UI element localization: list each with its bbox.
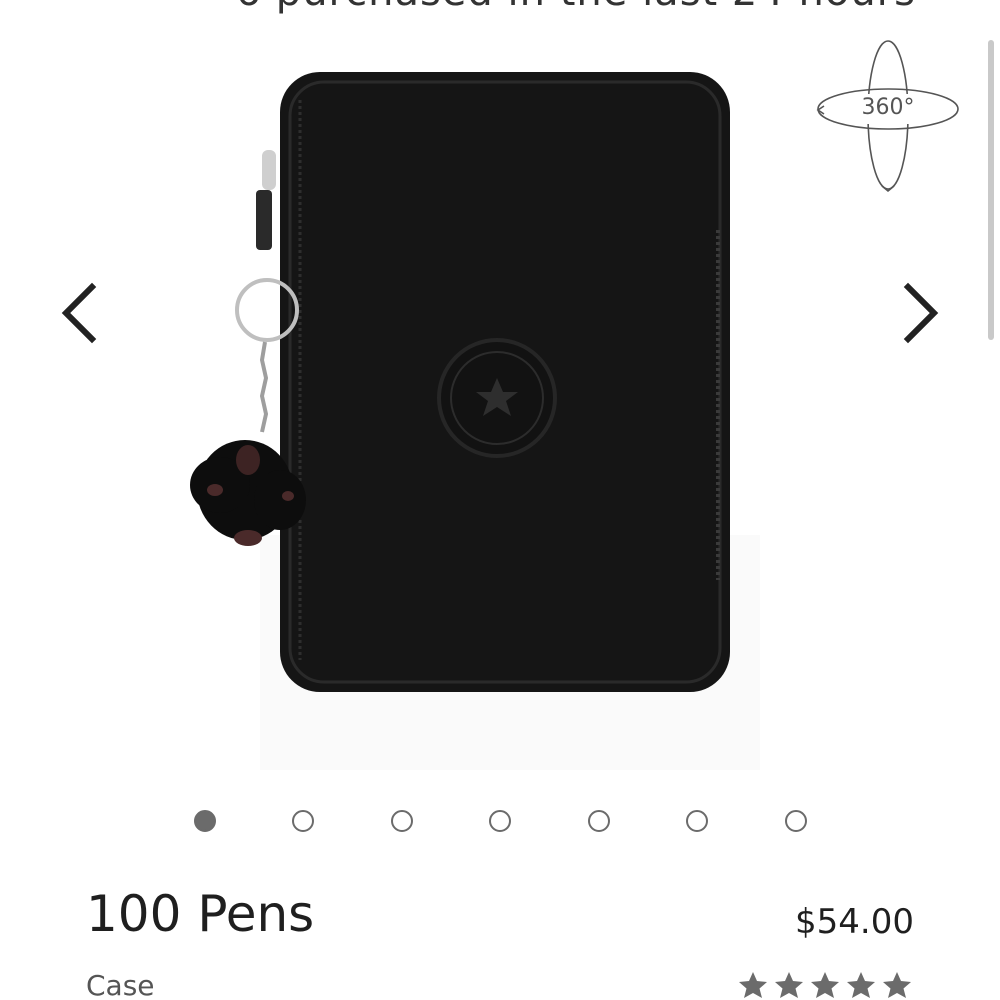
product-name: 100 Pens <box>86 885 315 943</box>
star-icon <box>883 972 911 998</box>
next-image-button[interactable] <box>892 273 948 353</box>
star-icon <box>811 972 839 998</box>
carousel-dot-1[interactable] <box>194 810 216 832</box>
carousel-dot-3[interactable] <box>391 810 413 832</box>
carousel-dot-4[interactable] <box>489 810 511 832</box>
image-carousel-dots <box>186 806 826 840</box>
carousel-dot-7[interactable] <box>785 810 807 832</box>
star-icon <box>775 972 803 998</box>
carousel-dot-2[interactable] <box>292 810 314 832</box>
star-rating[interactable] <box>736 966 914 1000</box>
purchase-count-banner: 6 purchased in the last 24 hours <box>0 0 1000 20</box>
scrollbar[interactable] <box>988 40 994 340</box>
chevron-left-icon <box>61 282 97 344</box>
product-image[interactable] <box>170 60 770 780</box>
pencil-case-image <box>190 72 760 770</box>
chevron-right-icon <box>903 282 939 344</box>
product-subtitle: Case <box>86 969 155 1000</box>
carousel-dot-6[interactable] <box>686 810 708 832</box>
star-icon <box>739 972 767 998</box>
view-360-button[interactable]: 360° <box>812 36 964 194</box>
star-icon <box>847 972 875 998</box>
product-price: $54.00 <box>795 902 914 942</box>
carousel-dot-5[interactable] <box>588 810 610 832</box>
product-page: 6 purchased in the last 24 hours 360° <box>0 0 1000 1000</box>
view-360-label: 360° <box>861 95 915 120</box>
previous-image-button[interactable] <box>52 273 108 353</box>
